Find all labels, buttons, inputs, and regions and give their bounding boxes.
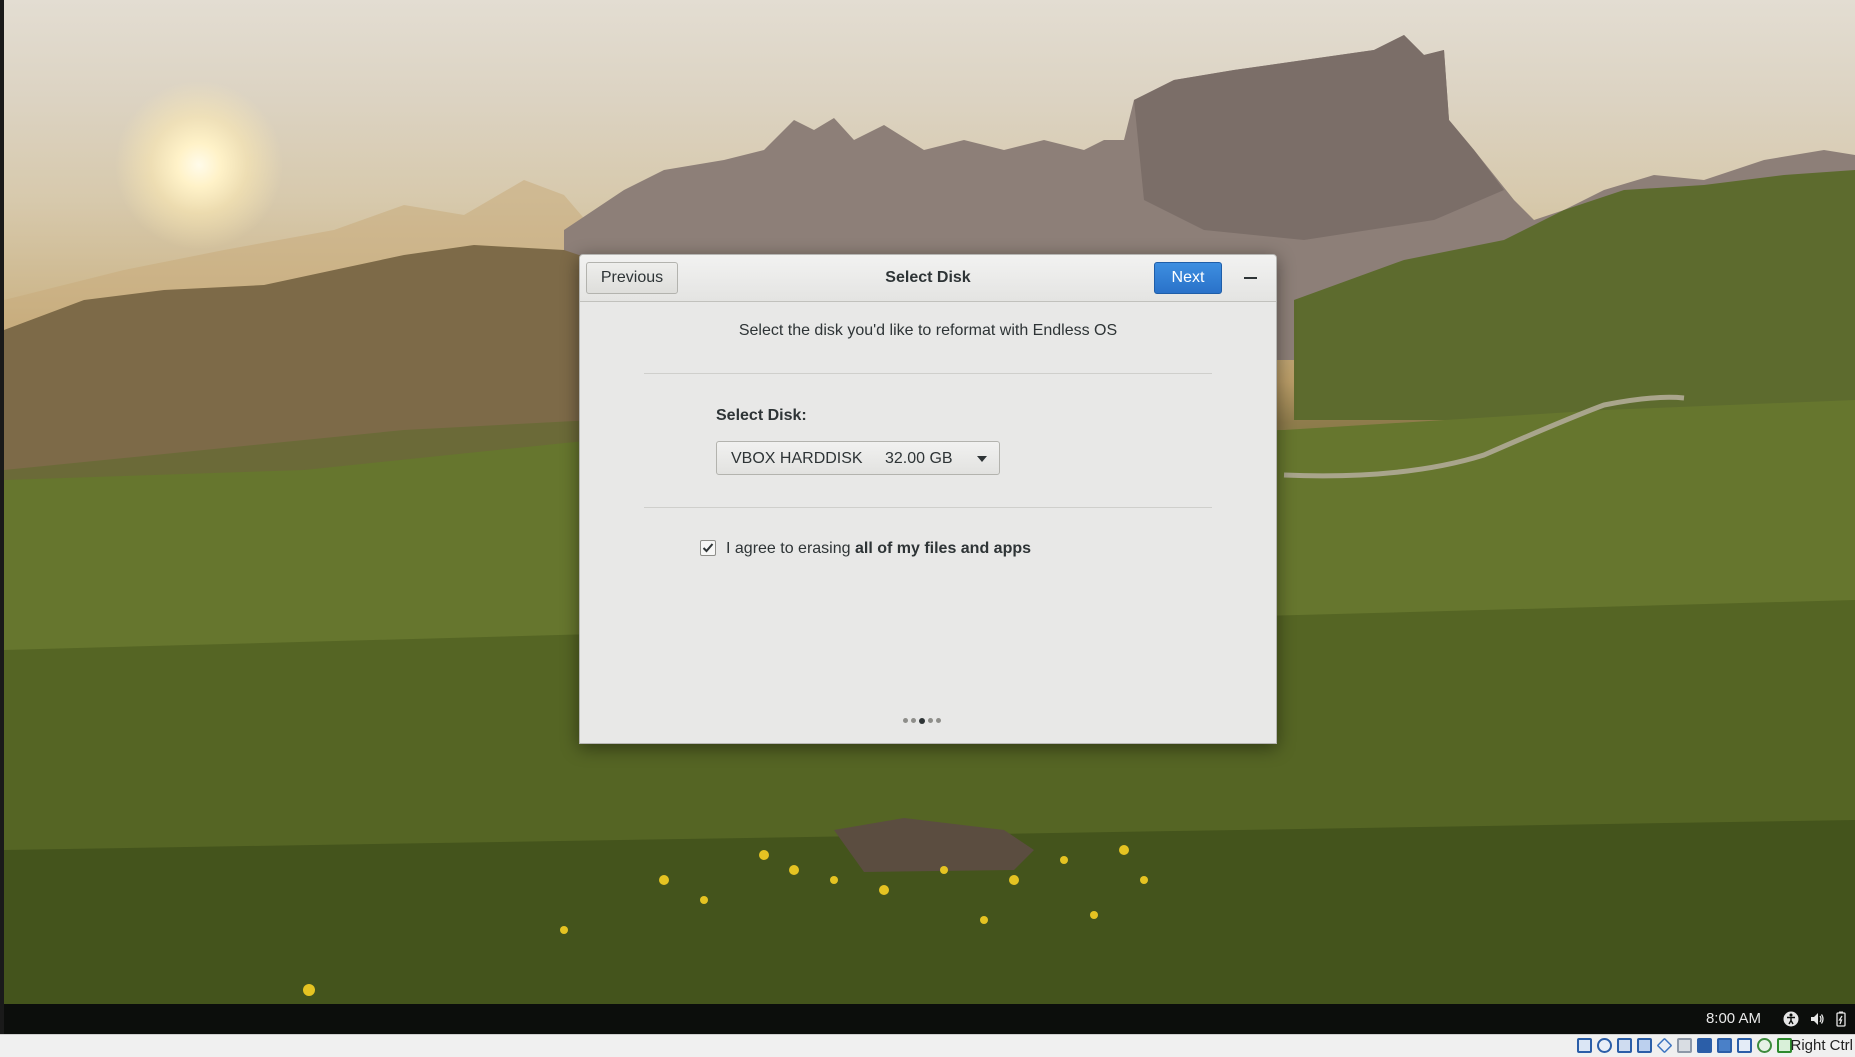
mouse-integration-icon[interactable] — [1757, 1038, 1772, 1053]
page-dot — [928, 718, 933, 724]
accessibility-icon[interactable] — [1783, 1011, 1799, 1027]
disk-size: 32.00 GB — [885, 450, 953, 467]
virtualbox-status-bar: Right Ctrl — [0, 1034, 1855, 1057]
checkmark-icon — [702, 543, 714, 553]
audio-icon[interactable] — [1617, 1038, 1632, 1053]
volume-icon[interactable] — [1809, 1011, 1825, 1027]
shared-folders-icon[interactable] — [1677, 1038, 1692, 1053]
network-icon[interactable] — [1637, 1038, 1652, 1053]
page-dot-active — [919, 717, 925, 724]
display-icon[interactable] — [1697, 1038, 1712, 1053]
next-button[interactable]: Next — [1154, 262, 1222, 294]
agree-text-bold: all of my files and apps — [854, 540, 1032, 557]
page-indicator — [903, 712, 944, 724]
page-dot — [903, 718, 908, 724]
select-disk-dialog: Previous Select Disk Next Select the dis… — [579, 254, 1277, 744]
disk-name: VBOX HARDDISK — [731, 450, 863, 467]
disk-label: Select Disk: — [716, 407, 807, 424]
divider — [644, 507, 1212, 508]
disk-dropdown[interactable]: VBOX HARDDISK 32.00 GB — [716, 441, 1000, 475]
chevron-down-icon — [977, 456, 987, 462]
previous-button[interactable]: Previous — [586, 262, 678, 294]
minimize-button[interactable] — [1238, 265, 1264, 291]
dialog-subtitle: Select the disk you'd like to reformat w… — [738, 322, 1118, 339]
agree-label[interactable]: I agree to erasing all of my files and a… — [726, 540, 1031, 558]
minimize-icon — [1244, 277, 1257, 279]
page-dot — [911, 718, 916, 724]
dialog-header: Previous Select Disk Next — [580, 255, 1276, 302]
virtualization-icon[interactable] — [1737, 1038, 1752, 1053]
hard-disk-icon[interactable] — [1577, 1038, 1592, 1053]
battery-icon[interactable] — [1833, 1011, 1849, 1027]
usb-icon[interactable] — [1656, 1037, 1673, 1054]
agree-text: I agree to erasing — [726, 540, 855, 557]
optical-drive-icon[interactable] — [1597, 1038, 1612, 1053]
agree-checkbox[interactable] — [700, 540, 716, 556]
video-capture-icon[interactable] — [1717, 1038, 1732, 1053]
divider — [644, 373, 1212, 374]
taskbar: 8:00 AM — [4, 1004, 1855, 1034]
host-key-label[interactable]: Right Ctrl — [1790, 1037, 1853, 1054]
clock[interactable]: 8:00 AM — [1706, 1010, 1761, 1027]
page-dot — [936, 718, 941, 724]
